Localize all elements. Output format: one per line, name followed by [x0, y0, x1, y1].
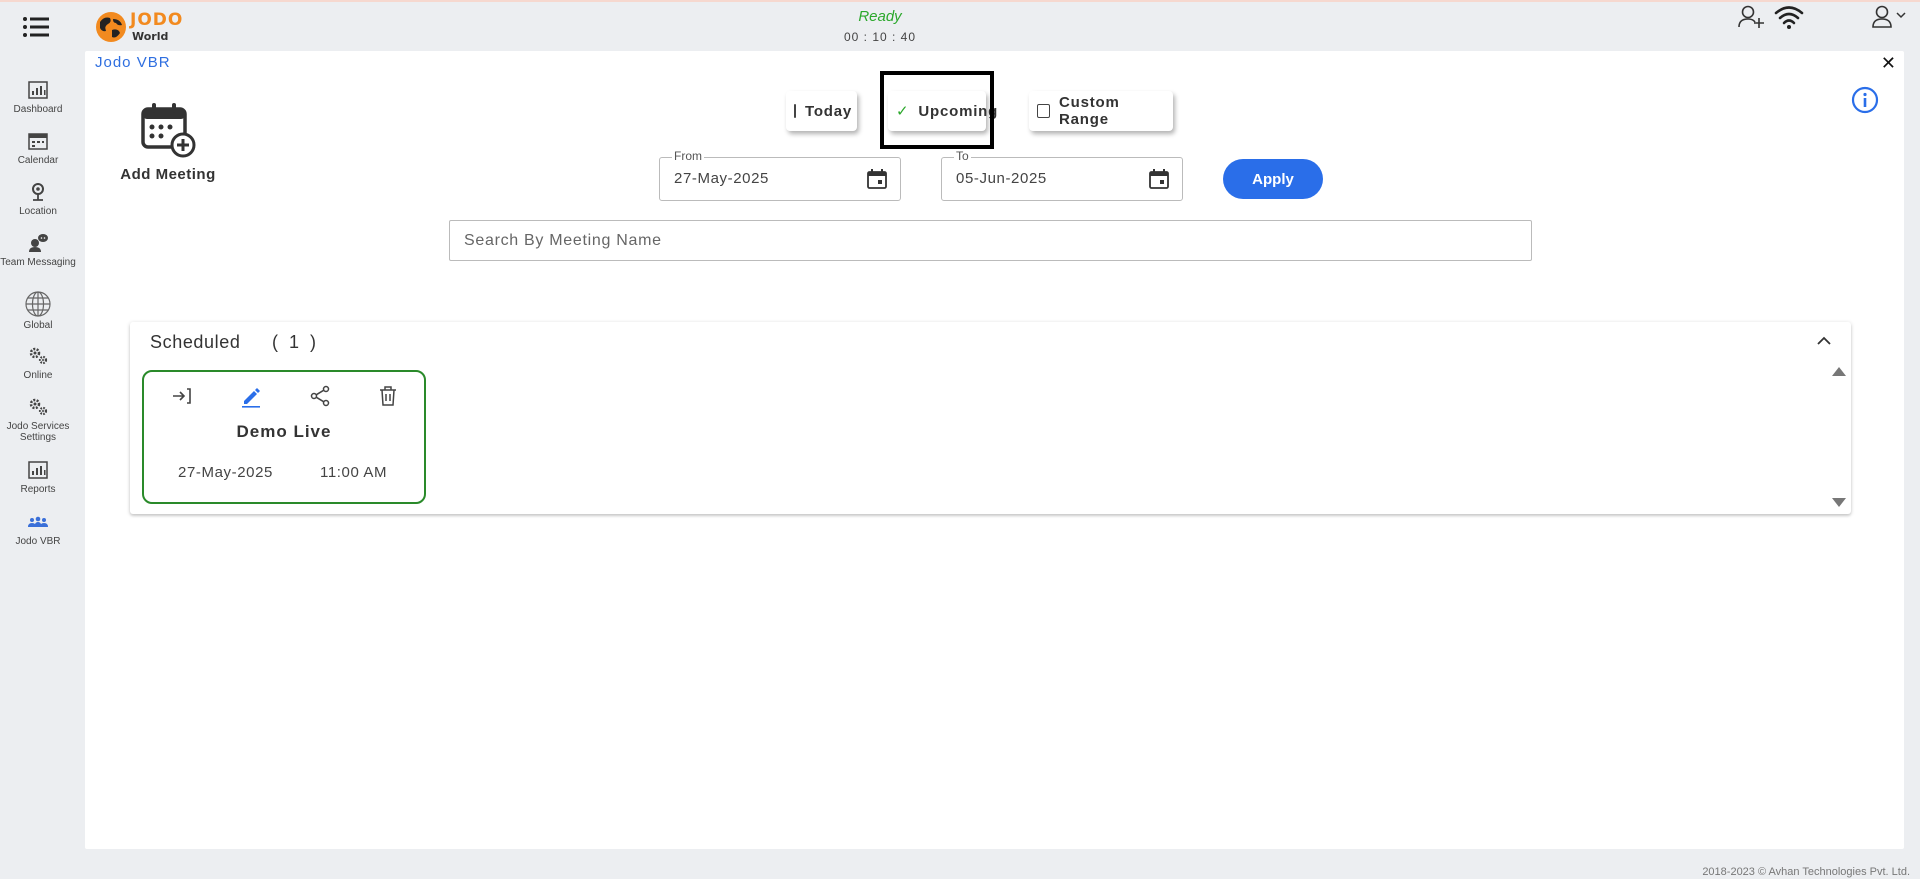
team-messaging-icon [29, 234, 48, 252]
filter-today-label: Today [805, 102, 853, 120]
apply-button[interactable]: Apply [1223, 159, 1323, 199]
menu-icon[interactable] [22, 16, 50, 38]
sidebar-item-label: Team Messaging [0, 257, 76, 268]
from-date-value: 27-May-2025 [674, 170, 769, 187]
filter-custom-range-label: Custom Range [1059, 94, 1120, 128]
filter-today[interactable]: Today [786, 91, 857, 131]
sidebar-item-location[interactable]: Location [0, 180, 76, 217]
meeting-count: ( 1 ) [272, 332, 320, 352]
sidebar-item-label: Global [23, 320, 53, 331]
add-user-icon[interactable] [1736, 2, 1766, 32]
gears-icon [29, 398, 48, 416]
info-icon[interactable] [1850, 85, 1880, 115]
session-timer: 00 : 10 : 40 [843, 30, 917, 44]
to-date-label: To [954, 149, 971, 163]
selection-highlight [880, 71, 994, 149]
from-date-label: From [672, 149, 704, 163]
sidebar-item-global[interactable]: Global [0, 290, 76, 331]
globe-logo-icon [96, 12, 126, 42]
join-icon[interactable] [170, 384, 194, 408]
sidebar-item-label: Jodo VBR [15, 536, 61, 547]
connection-status: Ready 00 : 10 : 40 [800, 8, 960, 44]
location-icon [32, 183, 44, 201]
sidebar-item-team-messaging[interactable]: Team Messaging [0, 231, 76, 268]
group-icon [28, 516, 48, 527]
sidebar-item-label: Location [19, 206, 57, 217]
scheduled-section: Scheduled ( 1 ) Demo Live 27-May-2025 11… [130, 322, 1851, 514]
add-meeting-button[interactable]: Add Meeting [113, 101, 223, 183]
sidebar-item-label: Jodo Services Settings [6, 421, 70, 443]
sidebar-item-dashboard[interactable]: Dashboard [0, 78, 76, 115]
copyright-footer: 2018-2023 © Avhan Technologies Pvt. Ltd. [1702, 866, 1910, 878]
meeting-card[interactable]: Demo Live 27-May-2025 11:00 AM [142, 370, 426, 504]
meeting-date: 27-May-2025 [178, 464, 273, 481]
sidebar-item-label: Dashboard [13, 104, 63, 115]
user-menu-icon[interactable] [1868, 2, 1912, 32]
sidebar-item-label: Calendar [17, 155, 59, 166]
status-text: Ready [858, 8, 902, 25]
add-meeting-label: Add Meeting [120, 166, 216, 183]
search-input[interactable] [449, 220, 1532, 261]
calendar-add-icon [141, 103, 196, 158]
today-checkbox[interactable] [794, 104, 796, 118]
sidebar-item-label: Online [23, 370, 53, 381]
dashboard-icon [28, 81, 48, 99]
sidebar-item-jodo-services-settings[interactable]: Jodo Services Settings [0, 395, 76, 443]
custom-range-checkbox[interactable] [1037, 104, 1051, 118]
calendar-icon[interactable] [1148, 168, 1170, 190]
from-date-field[interactable]: From 27-May-2025 [659, 149, 901, 201]
globe-icon [25, 291, 51, 317]
to-date-field[interactable]: To 05-Jun-2025 [941, 149, 1183, 201]
delete-icon[interactable] [376, 384, 400, 408]
reports-icon [28, 461, 48, 479]
wifi-icon [1774, 6, 1804, 29]
main-panel: Jodo VBR ✕ Add Meeting Today ✓ Upcoming … [85, 51, 1904, 849]
calendar-icon [28, 133, 48, 150]
sidebar-item-label: Reports [20, 484, 56, 495]
gears-icon [29, 347, 48, 365]
sidebar-item-reports[interactable]: Reports [0, 458, 76, 495]
to-date-value: 05-Jun-2025 [956, 170, 1047, 187]
scroll-up-arrow[interactable] [1831, 365, 1847, 377]
top-bar: JODO World Ready 00 : 10 : 40 [0, 0, 1920, 50]
meeting-name: Demo Live [236, 422, 332, 441]
share-icon[interactable] [308, 384, 332, 408]
logo-title: JODO [130, 10, 184, 30]
sidebar-item-calendar[interactable]: Calendar [0, 129, 76, 166]
section-title: Scheduled [150, 332, 241, 352]
meeting-time: 11:00 AM [320, 464, 388, 481]
chevron-up-icon[interactable] [1815, 332, 1833, 350]
sidebar-item-online[interactable]: Online [0, 344, 76, 381]
sidebar-item-jodo-vbr[interactable]: Jodo VBR [0, 510, 76, 547]
close-icon[interactable]: ✕ [1881, 53, 1896, 74]
edit-icon[interactable] [239, 384, 263, 408]
logo-subtitle: World [132, 30, 169, 43]
page-title: Jodo VBR [95, 54, 171, 71]
scroll-down-arrow[interactable] [1831, 497, 1847, 509]
calendar-icon[interactable] [866, 168, 888, 190]
app-logo: JODO World [94, 8, 194, 44]
filter-custom-range[interactable]: Custom Range [1029, 91, 1173, 131]
